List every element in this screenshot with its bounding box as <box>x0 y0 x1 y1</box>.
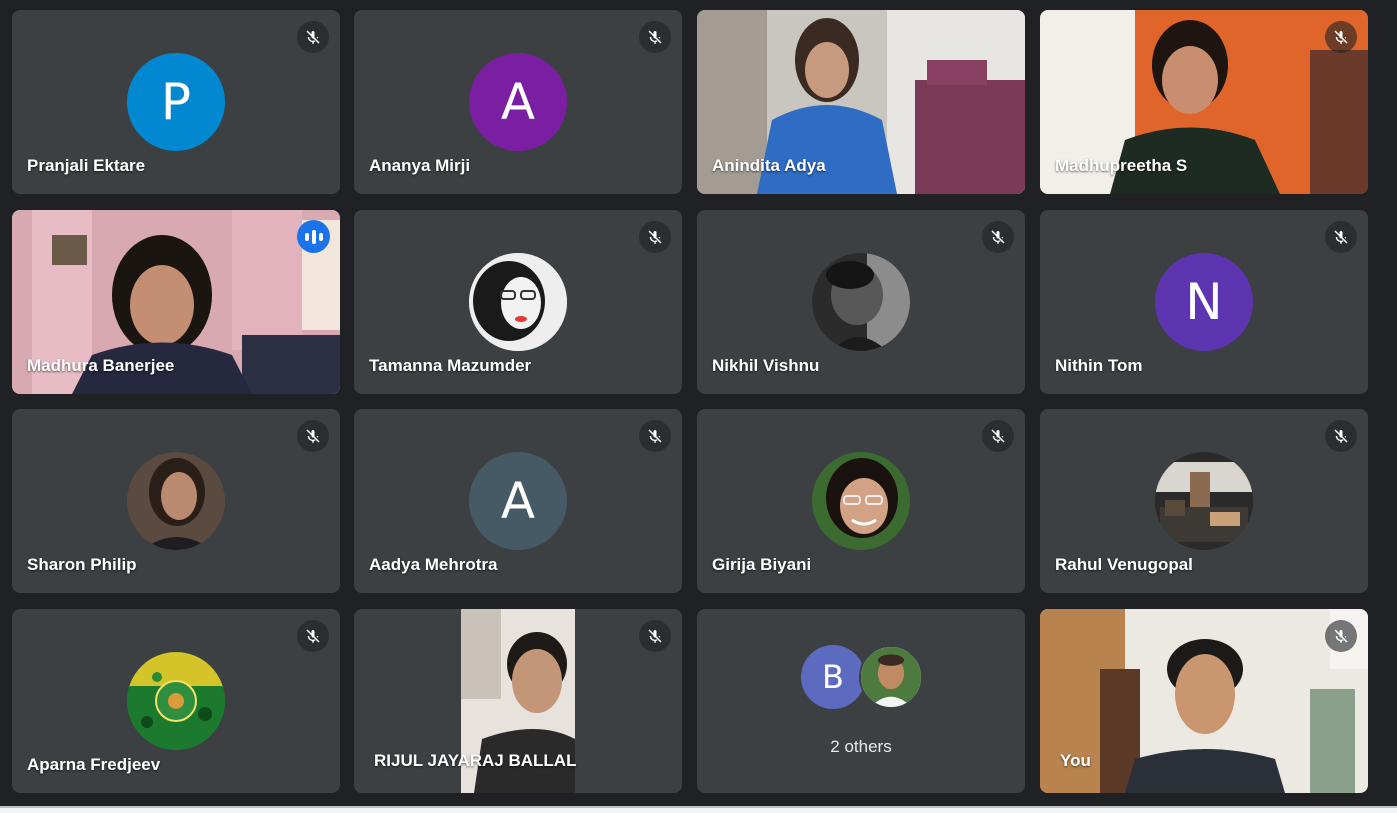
avatar: A <box>469 53 567 151</box>
participant-name: Sharon Philip <box>27 555 137 574</box>
participant-tile-madhura-banerjee[interactable]: Madhura Banerjee <box>12 210 340 394</box>
participant-tile-rahul-venugopal[interactable]: Rahul Venugopal <box>1040 409 1368 593</box>
participant-tile-ananya-mirji[interactable]: A Ananya Mirji <box>354 10 682 194</box>
participant-name: Anindita Adya <box>712 156 826 175</box>
participant-tile-aadya-mehrotra[interactable]: A Aadya Mehrotra <box>354 409 682 593</box>
participant-grid: P Pranjali Ektare A Ananya Mirji Anindit… <box>0 0 1397 813</box>
participant-tile-girija-biyani[interactable]: Girija Biyani <box>697 409 1025 593</box>
participant-tile-rijul-jayaraj-ballal[interactable]: RIJUL JAYARAJ BALLAL <box>354 609 682 793</box>
participant-name: Aadya Mehrotra <box>369 555 498 574</box>
mic-off-icon <box>297 420 329 452</box>
participant-tile-others[interactable]: B 2 others <box>697 609 1025 793</box>
participant-name: You <box>1060 751 1091 770</box>
mic-off-icon <box>1325 221 1357 253</box>
participant-name: Ananya Mirji <box>369 156 471 175</box>
avatar: P <box>127 53 225 151</box>
mic-off-icon <box>639 221 671 253</box>
participant-name: Aparna Fredjeev <box>27 755 161 774</box>
participant-tile-aparna-fredjeev[interactable]: Aparna Fredjeev <box>12 609 340 793</box>
mic-off-icon <box>982 221 1014 253</box>
avatar <box>127 452 225 550</box>
others-count: 2 others <box>830 737 892 756</box>
participant-name: Madhupreetha S <box>1055 156 1188 175</box>
avatar <box>469 253 567 351</box>
participant-tile-anindita-adya[interactable]: Anindita Adya <box>697 10 1025 194</box>
participant-tile-nikhil-vishnu[interactable]: Nikhil Vishnu <box>697 210 1025 394</box>
avatar <box>1155 452 1253 550</box>
participant-name: Rahul Venugopal <box>1055 555 1193 574</box>
participant-tile-nithin-tom[interactable]: N Nithin Tom <box>1040 210 1368 394</box>
mic-off-icon <box>639 420 671 452</box>
avatar <box>859 645 923 709</box>
participant-tile-pranjali-ektare[interactable]: P Pranjali Ektare <box>12 10 340 194</box>
participant-name: Nikhil Vishnu <box>712 356 820 375</box>
mic-off-icon <box>297 21 329 53</box>
mic-off-icon <box>982 420 1014 452</box>
participant-tile-tamanna-mazumder[interactable]: Tamanna Mazumder <box>354 210 682 394</box>
avatar: B <box>801 645 865 709</box>
avatar <box>812 253 910 351</box>
mic-off-icon <box>639 21 671 53</box>
participant-tile-madhupreetha-s[interactable]: Madhupreetha S <box>1040 10 1368 194</box>
mic-off-icon <box>297 620 329 652</box>
mic-off-icon <box>1325 620 1357 652</box>
audio-level-icon <box>297 220 330 253</box>
avatar: N <box>1155 253 1253 351</box>
mic-off-icon <box>1325 420 1357 452</box>
participant-tile-sharon-philip[interactable]: Sharon Philip <box>12 409 340 593</box>
avatar: A <box>469 452 567 550</box>
avatar <box>812 452 910 550</box>
participant-name: Nithin Tom <box>1055 356 1143 375</box>
bottom-scroll-edge <box>0 806 1397 813</box>
participant-name: Madhura Banerjee <box>27 356 175 375</box>
participant-name: RIJUL JAYARAJ BALLAL <box>374 751 577 770</box>
participant-name: Tamanna Mazumder <box>369 356 532 375</box>
participant-tile-you[interactable]: You <box>1040 609 1368 793</box>
avatar <box>127 652 225 750</box>
mic-off-icon <box>639 620 671 652</box>
participant-name: Pranjali Ektare <box>27 156 146 175</box>
participant-name: Girija Biyani <box>712 555 812 574</box>
mic-off-icon <box>1325 21 1357 53</box>
